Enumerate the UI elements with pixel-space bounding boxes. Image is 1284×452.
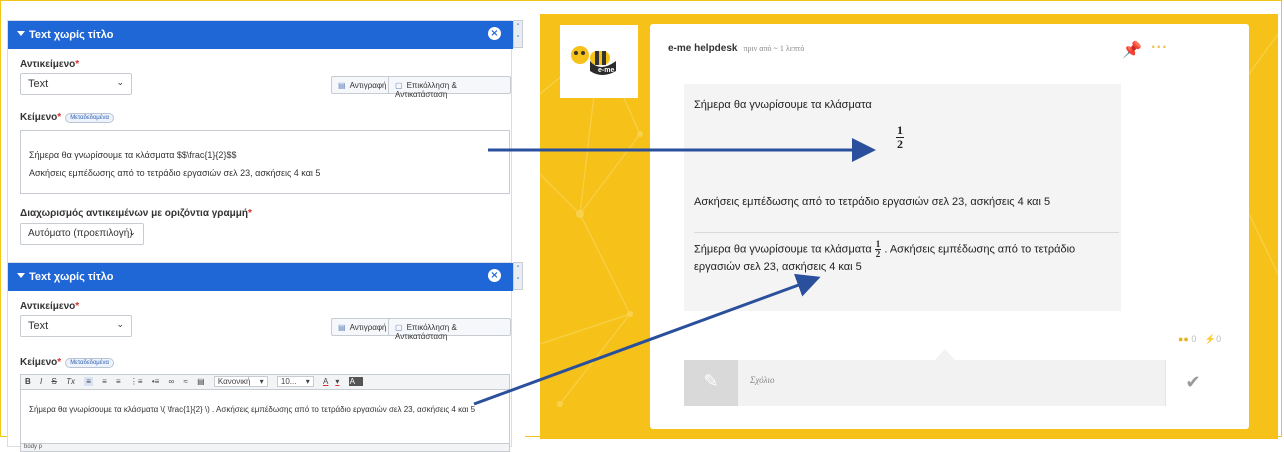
numbered-list-icon[interactable]: ⋮≡ <box>130 377 143 386</box>
strike-button[interactable]: S <box>51 377 56 386</box>
paste-replace-button[interactable]: ▢ Επικόλληση & Αντικατάσταση <box>388 318 511 341</box>
submit-check-icon[interactable]: ✔ <box>1165 360 1220 406</box>
collapse-icon[interactable] <box>17 31 25 36</box>
like-count: 0 <box>1216 334 1222 344</box>
chevron-down-icon: ⌄ <box>116 319 124 329</box>
background-color-button[interactable]: A <box>348 377 363 386</box>
panel-title: Text χωρίς τίτλο <box>29 29 114 41</box>
rich-text-toolbar: B I S Tx ≡ ≡ ≡ ⋮≡ •≡ ∞ ≈ ▤ Κανονική ▾ 10… <box>20 374 510 390</box>
link-icon[interactable]: ∞ <box>169 377 175 386</box>
post-time: πριν από ~ 1 λεπτό <box>743 44 805 53</box>
reorder-arrows[interactable]: ˄ ˅ <box>513 20 523 48</box>
content-text-2: Σήμερα θα γνωρίσουμε τα κλάσματα 12 . Ασ… <box>694 239 1076 274</box>
reorder-arrows[interactable]: ˄ ˅ <box>513 262 523 290</box>
content-text-1: Σήμερα θα γνωρίσουμε τα κλάσματα <box>694 99 872 111</box>
comment-input[interactable]: Σχόλιο <box>750 375 775 385</box>
text-line-1: Σήμερα θα γνωρίσουμε τα κλάσματα \( \fra… <box>29 405 476 414</box>
text-label: Κείμενο* Μεταδεδομένα <box>20 112 114 123</box>
panel-header[interactable]: Text χωρίς τίτλο × <box>8 263 513 291</box>
rich-text-area[interactable]: Σήμερα θα γνωρίσουμε τα κλάσματα \( \fra… <box>20 390 510 444</box>
align-right-icon[interactable]: ≡ <box>116 377 121 386</box>
separator-line <box>694 232 1119 233</box>
align-left-icon[interactable]: ≡ <box>84 377 93 386</box>
e-me-logo: e-me <box>560 25 638 98</box>
italic-button[interactable]: I <box>40 377 42 386</box>
text-object-panel-2: Text χωρίς τίτλο × Αντικείμενο* Text ⌄ ▤ Α… <box>7 262 513 452</box>
more-options-icon[interactable]: ··· <box>1151 40 1168 54</box>
close-icon[interactable]: × <box>488 27 501 40</box>
align-center-icon[interactable]: ≡ <box>102 377 107 386</box>
text-line-2: Ασκήσεις εμπέδωσης από το τετράδιο εργασ… <box>29 168 321 178</box>
font-color-button[interactable]: A ▾ <box>323 377 339 386</box>
paste-icon: ▢ <box>395 81 403 90</box>
text-line-1: Σήμερα θα γνωρίσουμε τα κλάσματα $$\frac… <box>29 150 237 160</box>
pin-icon[interactable]: 📌 <box>1122 40 1142 59</box>
comment-count-icon[interactable]: ●● <box>1178 334 1189 344</box>
object-label: Αντικείμενο* <box>20 301 80 312</box>
bold-button[interactable]: B <box>25 377 31 386</box>
object-type-select[interactable]: Text ⌄ <box>20 73 132 95</box>
horizontal-rule-icon[interactable]: ▤ <box>197 377 205 386</box>
object-type-select[interactable]: Text ⌄ <box>20 315 132 337</box>
comment-box: ✎ Σχόλιο ✔ <box>684 360 1220 406</box>
panel-header[interactable]: Text χωρίς τίτλο × <box>8 21 513 49</box>
unlink-icon[interactable]: ≈ <box>183 377 187 386</box>
font-size-select[interactable]: 10... ▾ <box>276 376 314 387</box>
format-select[interactable]: Κανονική ▾ <box>213 376 268 387</box>
post-author: e-me helpdesk πριν από ~ 1 λεπτό <box>668 43 805 54</box>
text-field[interactable]: Σήμερα θα γνωρίσουμε τα κλάσματα $$\frac… <box>20 130 510 194</box>
post-card: e-me helpdesk πριν από ~ 1 λεπτό 📌 ··· Σή… <box>650 24 1249 429</box>
editor-statusbar: body p <box>20 444 510 452</box>
copy-icon: ▤ <box>338 323 346 332</box>
fraction-display: 12 <box>896 123 904 151</box>
metadata-badge[interactable]: Μεταδεδομένα <box>65 113 114 123</box>
text-label: Κείμενο* Μεταδεδομένα <box>20 357 114 368</box>
clear-format-button[interactable]: Tx <box>66 377 75 386</box>
post-content: Σήμερα θα γνωρίσουμε τα κλάσματα 12 Ασκή… <box>684 84 1121 311</box>
chevron-down-icon: ⌄ <box>128 227 136 237</box>
close-icon[interactable]: × <box>488 269 501 282</box>
comment-notch <box>935 349 955 360</box>
panel-title: Text χωρίς τίτλο <box>29 271 114 283</box>
metadata-badge[interactable]: Μεταδεδομένα <box>65 358 114 368</box>
copy-button[interactable]: ▤ Αντιγραφή <box>331 318 394 336</box>
copy-icon: ▤ <box>338 81 346 90</box>
object-label: Αντικείμενο* <box>20 59 80 70</box>
svg-text:e-me: e-me <box>598 67 614 74</box>
separator-select[interactable]: Αυτόματο (προεπιλογή) ⌄ <box>20 223 144 245</box>
bee-logo-icon: e-me <box>571 46 616 75</box>
paste-icon: ▢ <box>395 323 403 332</box>
separator-label: Διαχωρισμός αντικειμένων με οριζόντια γρ… <box>20 208 252 219</box>
like-icon[interactable]: ⚡ <box>1205 334 1216 344</box>
edit-icon[interactable]: ✎ <box>684 360 738 406</box>
engagement-counts: ●● 0 ⚡0 <box>1178 334 1221 345</box>
comment-count: 0 <box>1191 334 1197 344</box>
chevron-down-icon: ⌄ <box>116 77 124 87</box>
bullet-list-icon[interactable]: •≡ <box>152 377 159 386</box>
text-object-panel-1: Text χωρίς τίτλο × Αντικείμενο* Text ⌄ ▤ Α… <box>7 20 513 265</box>
editor-area: Text χωρίς τίτλο × Αντικείμενο* Text ⌄ ▤ Α… <box>7 14 525 452</box>
content-exercise-1: Ασκήσεις εμπέδωσης από το τετράδιο εργασ… <box>694 196 1051 208</box>
preview-area: e-me e-me helpdesk πριν από ~ 1 λεπτό 📌 ·… <box>540 14 1278 439</box>
collapse-icon[interactable] <box>17 273 25 278</box>
copy-button[interactable]: ▤ Αντιγραφή <box>331 76 394 94</box>
paste-replace-button[interactable]: ▢ Επικόλληση & Αντικατάσταση <box>388 76 511 99</box>
